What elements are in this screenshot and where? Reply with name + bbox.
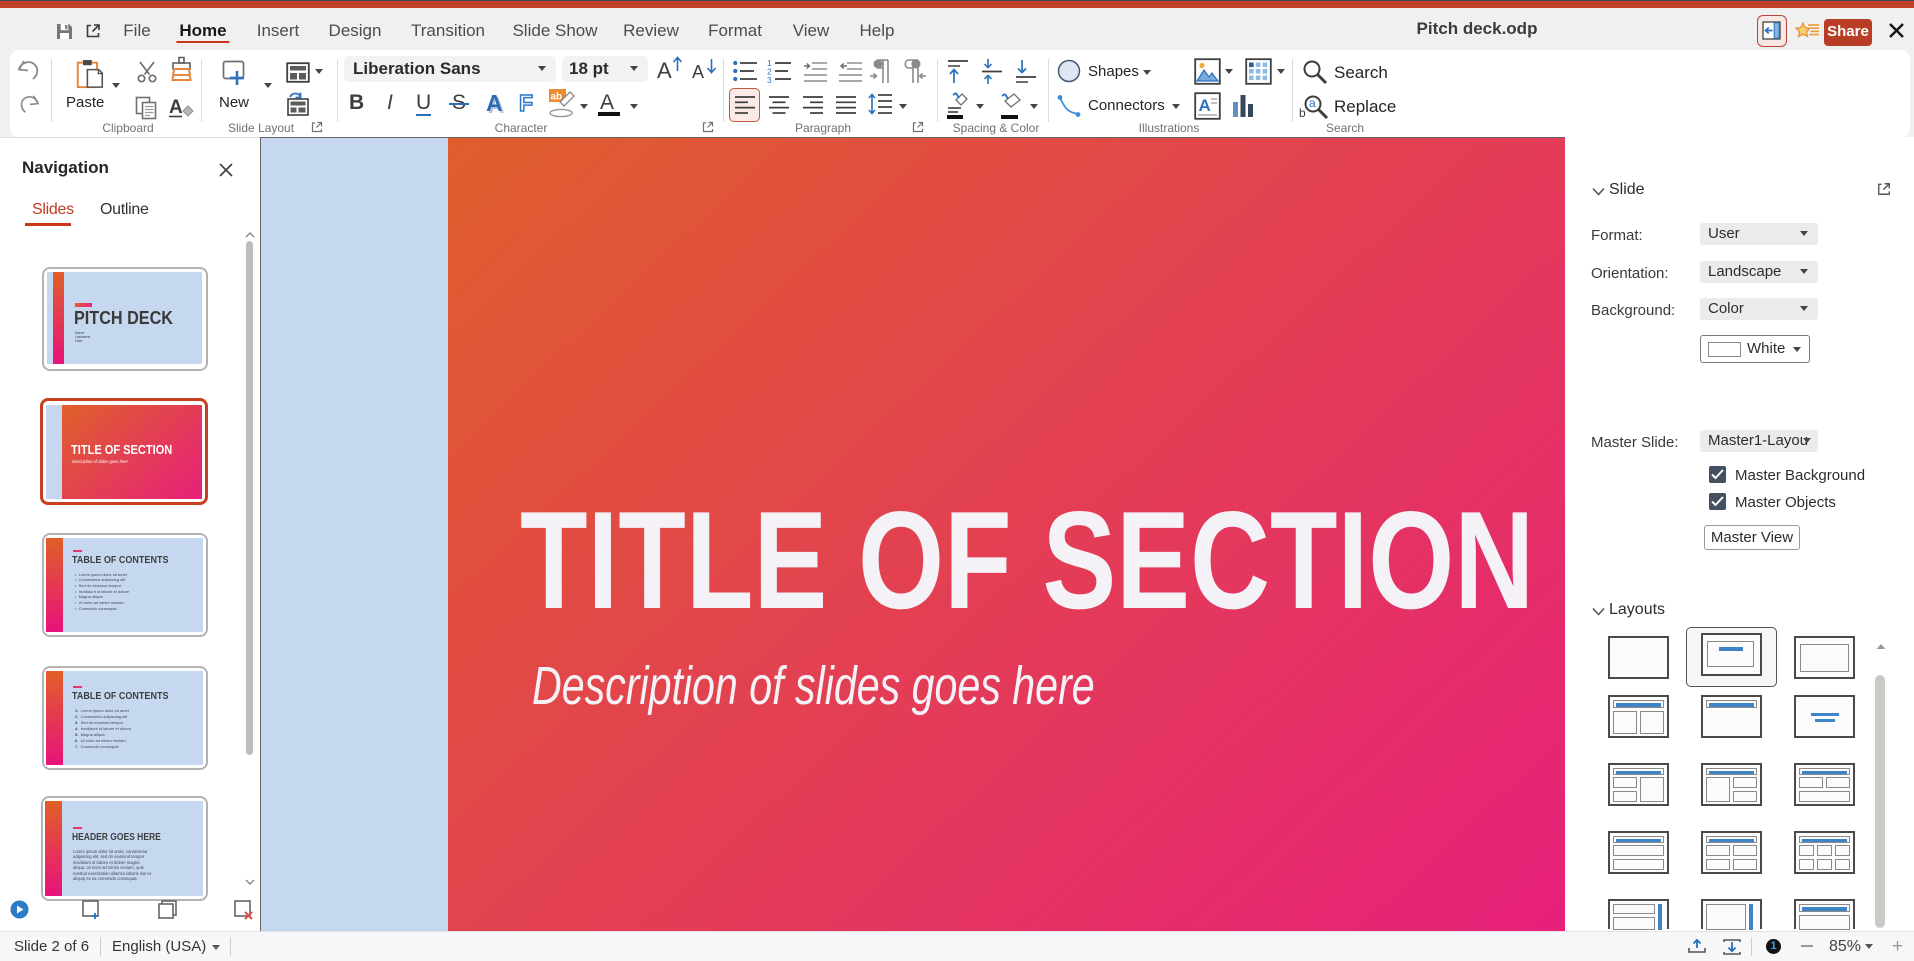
svg-text:A: A bbox=[1199, 96, 1211, 115]
svg-text:b: b bbox=[1299, 106, 1306, 120]
svg-text:A: A bbox=[169, 97, 183, 118]
svg-text:3: 3 bbox=[767, 75, 772, 84]
svg-text:a: a bbox=[1309, 96, 1316, 110]
